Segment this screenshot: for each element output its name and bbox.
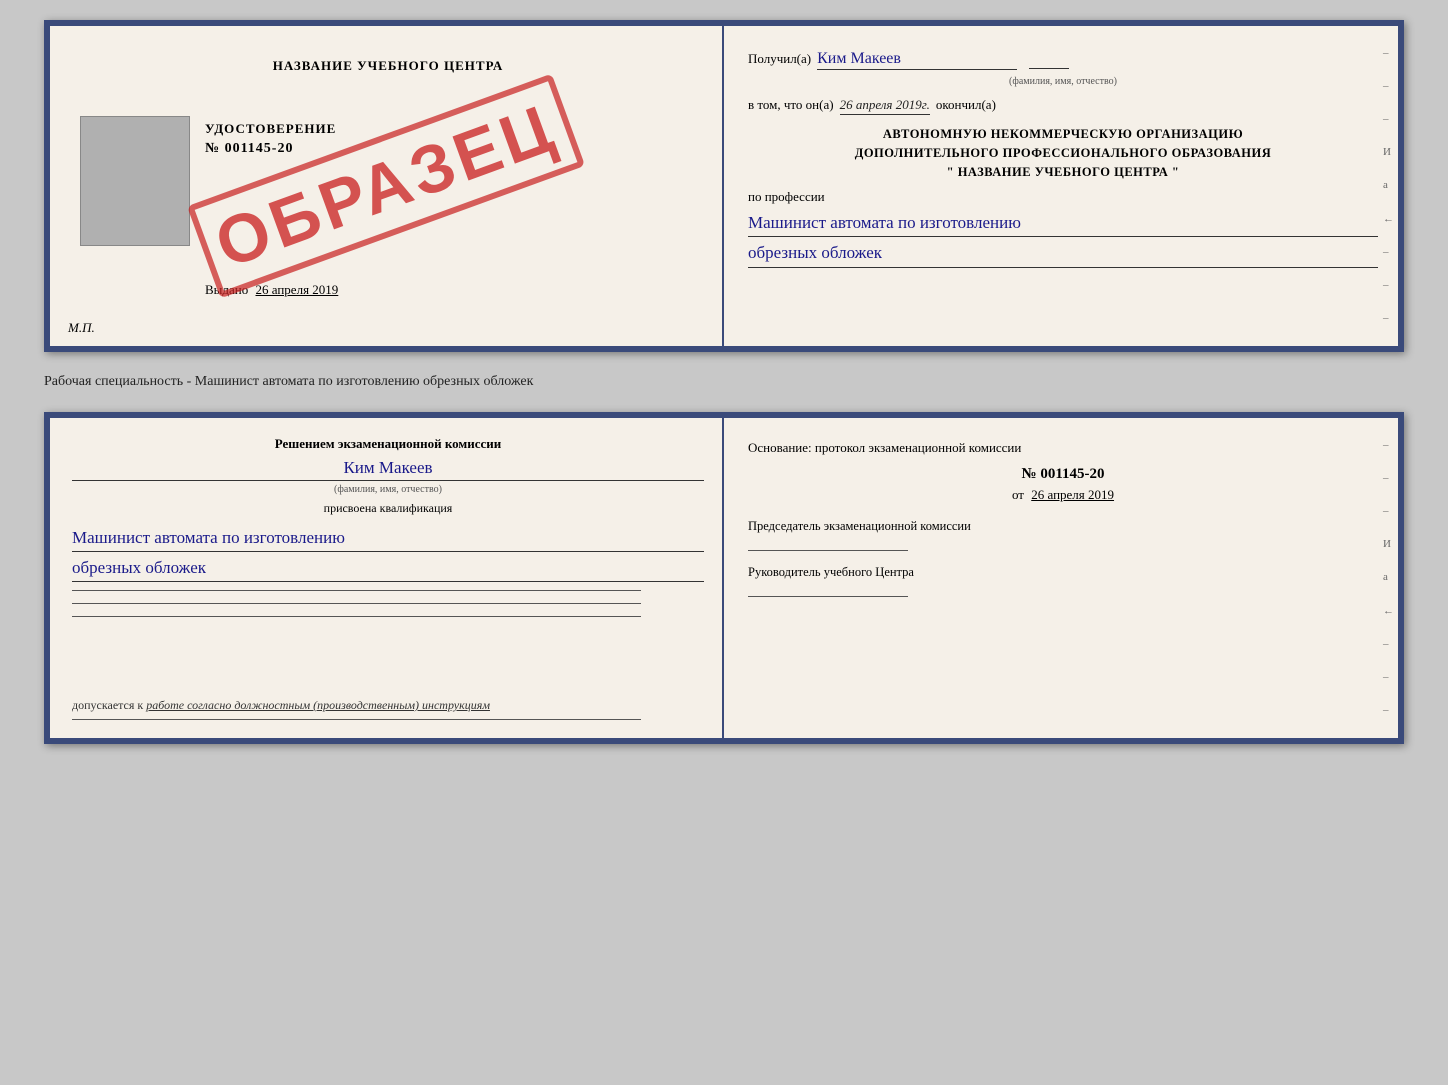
osnovanie-label: Основание: протокол экзаменационной коми… [748, 440, 1378, 456]
org-line3: " НАЗВАНИЕ УЧЕБНОГО ЦЕНТРА " [748, 163, 1378, 182]
fio-hint-bottom: (фамилия, имя, отчество) [72, 484, 704, 495]
bottom-doc-left: Решением экзаменационной комиссии Ким Ма… [50, 418, 724, 738]
description-line: Рабочая специальность - Машинист автомат… [44, 370, 1404, 394]
bottom-doc-right: Основание: протокол экзаменационной коми… [724, 418, 1398, 738]
mp-label: М.П. [68, 320, 95, 336]
rukovoditel-label: Руководитель учебного Центра [748, 565, 1378, 580]
udostoverenie-block: УДОСТОВЕРЕНИЕ № 001145-20 [205, 121, 336, 157]
resheniem-label: Решением экзаменационной комиссии [72, 436, 704, 452]
vtom-date: 26 апреля 2019г. [840, 97, 930, 115]
person-name-bottom: Ким Макеев [72, 458, 704, 481]
prisvoena-label: присвоена квалификация [72, 501, 704, 516]
organization-block: АВТОНОМНУЮ НЕКОММЕРЧЕСКУЮ ОРГАНИЗАЦИЮ ДО… [748, 125, 1378, 181]
predsedatel-label: Председатель экзаменационной комиссии [748, 519, 1378, 534]
po-professii-label: по профессии [748, 189, 1378, 205]
vtom-line: в том, что он(а) 26 апреля 2019г. окончи… [748, 97, 1378, 115]
qualification-name: Машинист автомата по изготовлению обрезн… [72, 524, 704, 584]
ot-date-block: от 26 апреля 2019 [748, 487, 1378, 503]
training-center-title-left: НАЗВАНИЕ УЧЕБНОГО ЦЕНТРА [273, 58, 504, 74]
obrazec-stamp: ОБРАЗЕЦ [187, 74, 585, 299]
ot-date: 26 апреля 2019 [1031, 487, 1114, 502]
bottom-document: Решением экзаменационной комиссии Ким Ма… [44, 412, 1404, 744]
profession-line2: обрезных обложек [748, 239, 1378, 267]
qualification-line1: Машинист автомата по изготовлению [72, 524, 704, 552]
okoncil-label: окончил(а) [936, 97, 996, 113]
udostoverenie-number: № 001145-20 [205, 141, 336, 157]
top-doc-right: Получил(а) Ким Макеев (фамилия, имя, отч… [724, 26, 1398, 346]
dopuskaetsya-prefix: допускается к [72, 698, 143, 712]
profession-line1: Машинист автомата по изготовлению [748, 209, 1378, 237]
rukovoditel-sign-line [748, 596, 908, 597]
ot-label: от [1012, 487, 1024, 502]
predsedatel-sign-line [748, 550, 908, 551]
top-doc-left: НАЗВАНИЕ УЧЕБНОГО ЦЕНТРА УДОСТОВЕРЕНИЕ №… [50, 26, 724, 346]
received-line: Получил(а) Ким Макеев [748, 50, 1378, 70]
qualification-line2: обрезных обложек [72, 554, 704, 582]
dopuskaetsya-text: работе согласно должностным (производств… [146, 698, 490, 712]
top-document: НАЗВАНИЕ УЧЕБНОГО ЦЕНТРА УДОСТОВЕРЕНИЕ №… [44, 20, 1404, 352]
side-ticks-top: – – – И а ← – – – [1383, 26, 1394, 346]
side-ticks-bottom: – – – И а ← – – – [1383, 418, 1394, 738]
org-line1: АВТОНОМНУЮ НЕКОММЕРЧЕСКУЮ ОРГАНИЗАЦИЮ [748, 125, 1378, 144]
vydano-date: 26 апреля 2019 [256, 282, 339, 297]
vydano-block: Выдано 26 апреля 2019 [205, 282, 338, 298]
udostoverenie-label: УДОСТОВЕРЕНИЕ [205, 121, 336, 137]
dopuskaetsya-block: допускается к работе согласно должностны… [72, 698, 704, 713]
vtom-label: в том, что он(а) [748, 97, 834, 113]
profession-name: Машинист автомата по изготовлению обрезн… [748, 209, 1378, 267]
rukovoditel-block: Руководитель учебного Центра [748, 565, 1378, 597]
fio-hint-top: (фамилия, имя, отчество) [748, 76, 1378, 87]
recipient-name: Ким Макеев [817, 50, 1017, 70]
predsedatel-block: Председатель экзаменационной комиссии [748, 519, 1378, 551]
dash-after-name [1029, 50, 1069, 69]
vydano-label: Выдано [205, 282, 248, 297]
poluchil-label: Получил(а) [748, 51, 811, 67]
protocol-number: № 001145-20 [748, 466, 1378, 483]
photo-placeholder [80, 116, 190, 246]
org-line2: ДОПОЛНИТЕЛЬНОГО ПРОФЕССИОНАЛЬНОГО ОБРАЗО… [748, 144, 1378, 163]
